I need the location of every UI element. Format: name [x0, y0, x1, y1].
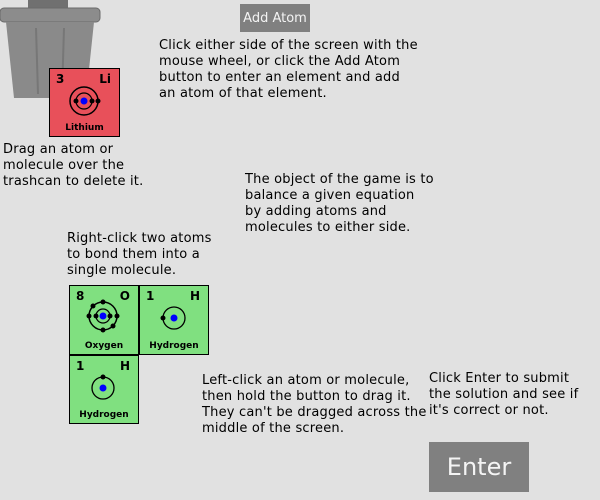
element-symbol: Li: [99, 72, 111, 86]
element-name: Hydrogen: [149, 341, 199, 351]
atom-oxygen[interactable]: 8 O Oxygen: [69, 285, 139, 355]
add-atom-instructions: Click either side of the screen with the…: [159, 38, 418, 101]
submit-instructions: Click Enter to submit the solution and s…: [429, 371, 579, 418]
element-name: Oxygen: [84, 341, 124, 351]
objective-instructions: The object of the game is to balance a g…: [245, 172, 434, 235]
element-symbol: O: [119, 289, 130, 303]
atomic-number: 8: [76, 289, 85, 303]
atom-hydrogen[interactable]: 1 H Hydrogen: [69, 355, 139, 424]
atom-hydrogen[interactable]: 1 H Hydrogen: [139, 285, 209, 355]
atomic-number: 3: [56, 72, 65, 86]
element-symbol: H: [189, 289, 200, 303]
atomic-number: 1: [146, 289, 155, 303]
drag-instructions: Left-click an atom or molecule, then hol…: [202, 373, 427, 436]
delete-instructions: Drag an atom or molecule over the trashc…: [3, 142, 144, 189]
atom-lithium[interactable]: 3 Li Lithium: [49, 68, 120, 137]
element-name: Hydrogen: [79, 410, 129, 420]
element-symbol: H: [119, 359, 130, 373]
add-atom-button[interactable]: Add Atom: [240, 4, 310, 32]
enter-button[interactable]: Enter: [429, 442, 529, 492]
atomic-number: 1: [76, 359, 85, 373]
bond-instructions: Right-click two atoms to bond them into …: [67, 231, 212, 278]
element-name: Lithium: [65, 123, 104, 133]
